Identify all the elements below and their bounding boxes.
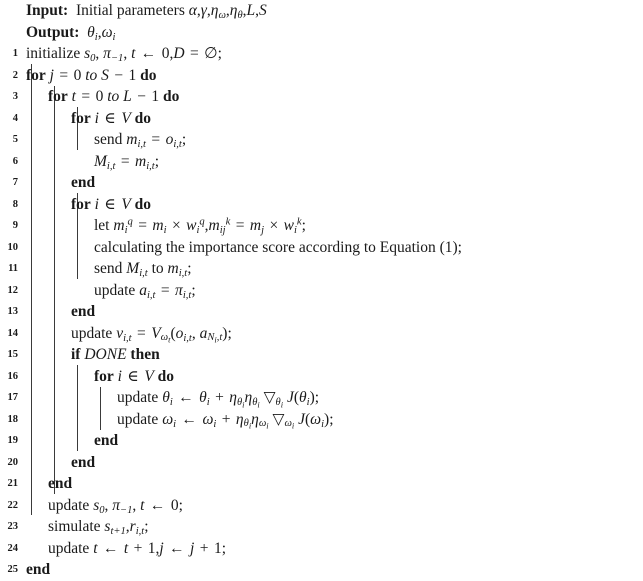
- algorithm-line-1: 1 initialize s0, π−1, t ← 0,D = ∅;: [0, 43, 643, 65]
- line-number: 7: [12, 177, 18, 188]
- algorithm-line-5: 5 send mi,t = oi,t;: [0, 129, 643, 151]
- algorithm-block: Input: Initial parameters α,γ,ηω,ηθ,L,S …: [0, 0, 643, 579]
- line-number: 13: [7, 306, 19, 317]
- line-content: update ωi ← ωi + ηθiηωi ▽ωi J(ωi);: [117, 410, 334, 431]
- algorithm-line-24: 24 update t ← t + 1,j ← j + 1;: [0, 538, 643, 560]
- line-number: 14: [7, 327, 19, 339]
- algorithm-line-6: 6 Mi,t = mi,t;: [0, 151, 643, 173]
- line-number: 2: [12, 69, 18, 81]
- line-content: for j = 0 to S − 1 do: [26, 66, 157, 84]
- algorithm-line-17: 17 update θi ← θi + ηθiηθi ▽θi J(θi);: [0, 387, 643, 409]
- algorithm-lines: 1 initialize s0, π−1, t ← 0,D = ∅; 2 for…: [0, 43, 643, 581]
- algorithm-line-15: 15 if DONE then: [0, 344, 643, 366]
- line-content: update s0, π−1, t ← 0;: [48, 496, 183, 516]
- line-number: 21: [7, 478, 19, 489]
- line-number: 12: [7, 284, 19, 296]
- line-content: if DONE then: [71, 346, 160, 363]
- algorithm-line-25: 25 end: [0, 559, 643, 581]
- line-number: 18: [7, 413, 19, 425]
- line-content: end: [71, 174, 96, 191]
- line-number: 17: [7, 392, 19, 403]
- line-number: 24: [7, 542, 19, 554]
- output-text: θi,ωi: [87, 23, 116, 43]
- algorithm-line-19: 19 end: [0, 430, 643, 452]
- line-number: 9: [12, 220, 18, 231]
- line-content: end: [71, 453, 96, 471]
- line-content: update t ← t + 1,j ← j + 1;: [48, 539, 227, 557]
- algorithm-line-2: 2 for j = 0 to S − 1 do: [0, 65, 643, 87]
- line-content: let miq = mi × wiq,mijk = mj × wik;: [94, 216, 306, 236]
- input-label: Input:: [26, 2, 69, 19]
- algorithm-line-20: 20 end: [0, 452, 643, 474]
- line-number: 19: [7, 435, 19, 446]
- algorithm-line-23: 23 simulate st+1,ri,t;: [0, 516, 643, 538]
- line-content: end: [94, 432, 119, 449]
- algorithm-header: Input: Initial parameters α,γ,ηω,ηθ,L,S …: [0, 0, 643, 43]
- algorithm-line-7: 7 end: [0, 172, 643, 194]
- line-number: 4: [12, 112, 18, 124]
- algorithm-line-18: 18 update ωi ← ωi + ηθiηωi ▽ωi J(ωi);: [0, 409, 643, 431]
- line-number: 23: [7, 521, 19, 532]
- line-number: 3: [12, 91, 18, 102]
- line-content: for i ∈ V do: [94, 367, 175, 385]
- line-content: send mi,t = oi,t;: [94, 131, 187, 150]
- output-label: Output:: [26, 23, 80, 41]
- algorithm-line-14: 14 update vi,t = Vωt(oi,t, aNi,t);: [0, 323, 643, 345]
- line-number: 6: [12, 155, 18, 167]
- algorithm-line-11: 11 send Mi,t to mi,t;: [0, 258, 643, 280]
- line-content: calculating the importance score accordi…: [94, 238, 462, 256]
- algorithm-line-10: 10 calculating the importance score acco…: [0, 237, 643, 259]
- line-content: for i ∈ V do: [71, 195, 152, 213]
- algorithm-line-4: 4 for i ∈ V do: [0, 108, 643, 130]
- line-number: 11: [8, 263, 18, 274]
- line-content: send Mi,t to mi,t;: [94, 260, 192, 279]
- line-number: 5: [12, 134, 18, 145]
- line-content: simulate st+1,ri,t;: [48, 518, 149, 537]
- line-number: 10: [7, 241, 19, 253]
- line-content: end: [48, 475, 73, 492]
- algorithm-line-21: 21 end: [0, 473, 643, 495]
- line-content: update ai,t = πi,t;: [94, 281, 196, 301]
- line-content: update vi,t = Vωt(oi,t, aNi,t);: [71, 324, 232, 345]
- output-line: Output: θi,ωi: [0, 22, 643, 44]
- line-content: for i ∈ V do: [71, 109, 152, 127]
- line-content: end: [71, 303, 96, 320]
- algorithm-line-12: 12 update ai,t = πi,t;: [0, 280, 643, 302]
- line-number: 16: [7, 370, 19, 382]
- input-text: Initial parameters α,γ,ηω,ηθ,L,S: [72, 2, 267, 21]
- algorithm-line-22: 22 update s0, π−1, t ← 0;: [0, 495, 643, 517]
- line-number: 22: [7, 499, 19, 511]
- line-number: 1: [12, 48, 18, 59]
- line-content: initialize s0, π−1, t ← 0,D = ∅;: [26, 45, 222, 64]
- line-content: end: [26, 561, 51, 578]
- line-content: Mi,t = mi,t;: [94, 152, 160, 172]
- input-line: Input: Initial parameters α,γ,ηω,ηθ,L,S: [0, 0, 643, 22]
- line-content: for t = 0 to L − 1 do: [48, 88, 180, 105]
- line-number: 25: [7, 564, 19, 575]
- line-number: 8: [12, 198, 18, 210]
- algorithm-line-13: 13 end: [0, 301, 643, 323]
- line-number: 20: [7, 456, 19, 468]
- line-number: 15: [7, 349, 19, 360]
- algorithm-line-3: 3 for t = 0 to L − 1 do: [0, 86, 643, 108]
- algorithm-line-8: 8 for i ∈ V do: [0, 194, 643, 216]
- algorithm-line-9: 9 let miq = mi × wiq,mijk = mj × wik;: [0, 215, 643, 237]
- line-content: update θi ← θi + ηθiηθi ▽θi J(θi);: [117, 389, 320, 410]
- algorithm-line-16: 16 for i ∈ V do: [0, 366, 643, 388]
